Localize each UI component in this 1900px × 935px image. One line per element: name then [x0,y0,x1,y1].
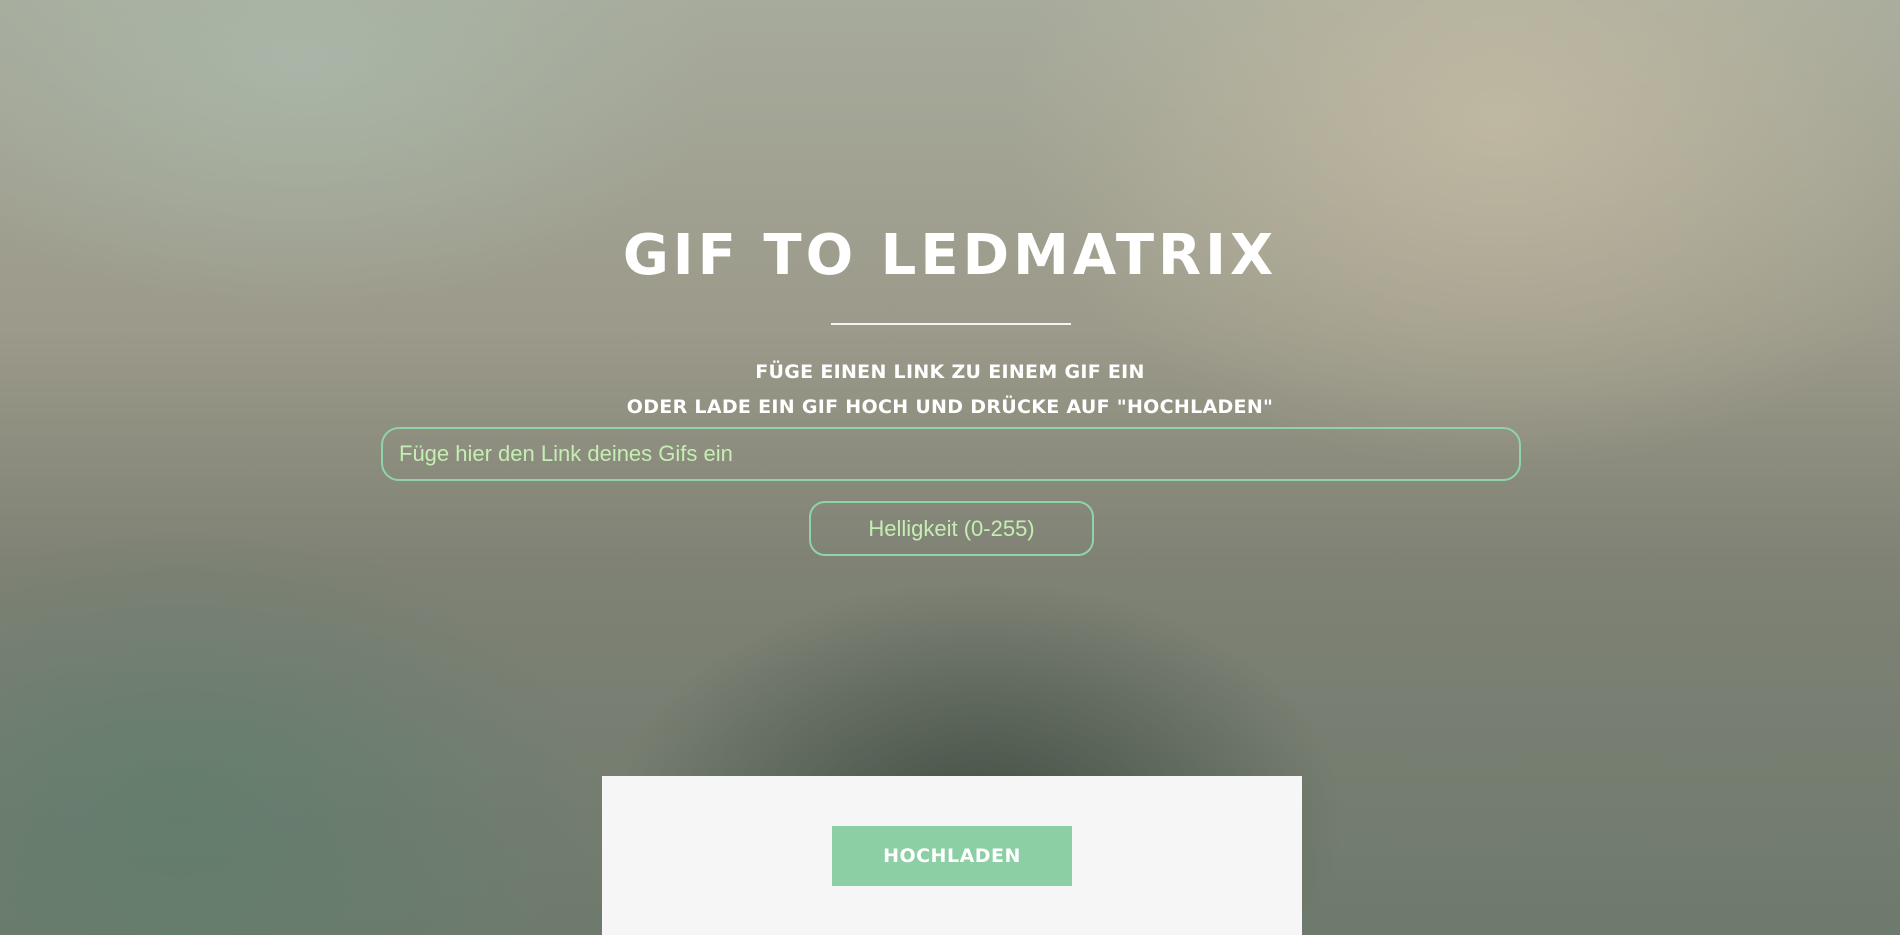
brightness-input[interactable] [809,501,1094,556]
hero-section: GIF TO LEDMATRIX FÜGE EINEN LINK ZU EINE… [0,0,1900,935]
upload-button[interactable]: HOCHLADEN [832,826,1072,886]
title-divider [831,323,1071,325]
upload-panel: HOCHLADEN [602,776,1302,935]
subtitle-line-1: FÜGE EINEN LINK ZU EINEM GIF EIN [755,361,1145,383]
page-title: GIF TO LEDMATRIX [622,223,1278,288]
subtitle-line-2: ODER LADE EIN GIF HOCH UND DRÜCKE AUF "H… [626,396,1274,418]
gif-link-input[interactable] [381,427,1521,481]
